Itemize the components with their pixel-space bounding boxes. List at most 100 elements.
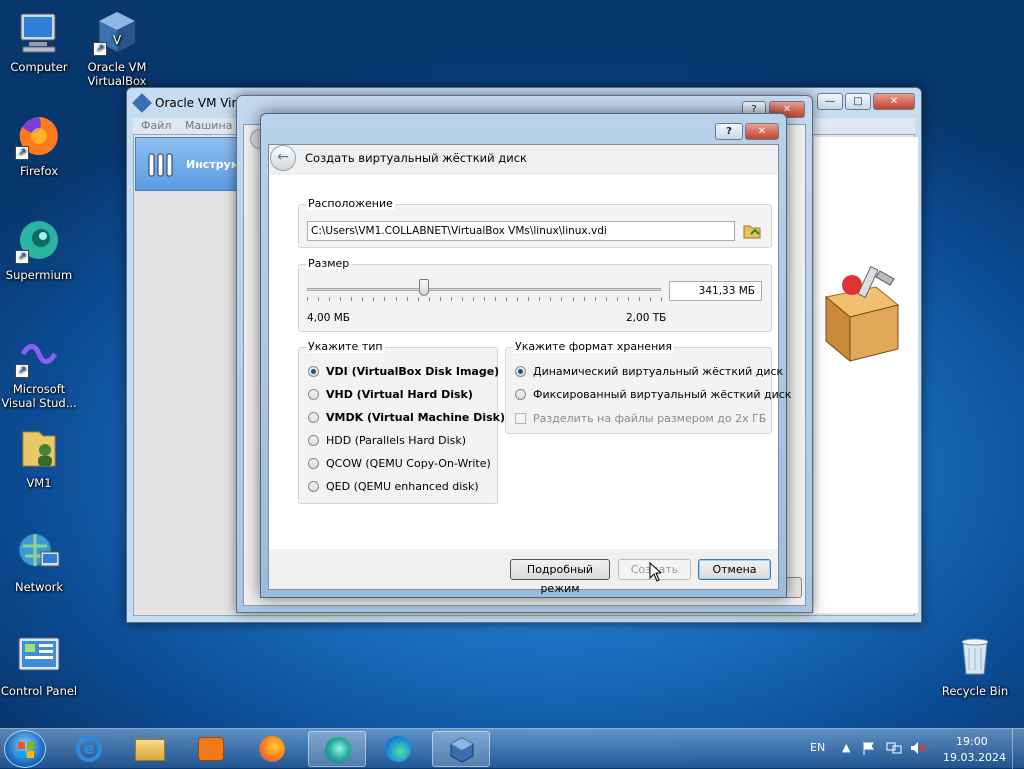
main-maximize-button[interactable]: □ [845,93,871,110]
storage-format-option[interactable]: Фиксированный виртуальный жёсткий диск [515,388,791,401]
main-minimize-button[interactable]: — [817,93,843,110]
tools-panel[interactable]: Инструм [135,137,240,191]
desktop-icon-computer[interactable]: Computer [0,8,80,74]
disk-type-option[interactable]: HDD (Parallels Hard Disk) [308,434,466,447]
start-button[interactable] [4,730,46,768]
desktop-icon-recycle-bin[interactable]: Recycle Bin [934,632,1016,698]
disk-type-option[interactable]: QCOW (QEMU Copy-On-Write) [308,457,491,470]
shortcut-arrow-icon: ↗ [93,42,107,56]
supermium-icon: ↗ [15,216,63,264]
slider-tick [329,297,331,301]
slider-tick [539,297,541,301]
slider-tick [307,297,308,301]
disk-type-label: QED (QEMU enhanced disk) [326,480,479,493]
main-close-button[interactable]: ✕ [873,93,915,110]
storage-format-option[interactable]: Динамический виртуальный жёсткий диск [515,365,783,378]
storage-format-group: Укажите формат хранения Динамический вир… [505,340,791,434]
slider-tick [384,297,386,301]
disk-type-label: QCOW (QEMU Copy-On-Write) [326,457,491,470]
show-desktop-button[interactable] [1012,729,1024,769]
tray-chevron-icon[interactable]: ▲ [842,741,850,754]
radio-button-icon [308,389,319,400]
dialog-back-button[interactable]: ← [270,145,296,171]
menu-file[interactable]: Файл [141,119,171,132]
slider-tick [506,297,508,301]
slider-tick [605,297,607,301]
network-tray-icon[interactable] [886,741,902,755]
split-files-label: Разделить на файлы размером до 2х ГБ [533,412,767,425]
radio-button-icon [515,389,526,400]
expert-mode-button[interactable]: Подробный режим [510,559,610,595]
slider-thumb[interactable] [418,279,429,296]
create-hard-disk-dialog[interactable]: ? ✕ ← Создать виртуальный жёсткий диск Р… [260,113,791,598]
main-window-title: Oracle VM Virtu [155,96,249,110]
browse-folder-icon[interactable] [743,223,761,239]
volume-muted-icon[interactable] [910,741,926,755]
virtualbox-taskbar-icon [450,737,474,763]
desktop-icon-vm1[interactable]: VM1 [0,424,80,490]
shortcut-arrow-icon: ↗ [15,250,29,264]
disk-type-option[interactable]: QED (QEMU enhanced disk) [308,480,479,493]
slider-tick [627,297,629,301]
desktop-icon-firefox[interactable]: ↗ Firefox [0,112,80,178]
disk-type-group: Укажите тип VDI (VirtualBox Disk Image) V… [298,340,505,504]
size-group-label: Размер [306,257,352,270]
network-icon [15,528,63,576]
taskbar-supermium[interactable] [308,731,366,767]
firefox-icon: ↗ [15,112,63,160]
slider-tick [594,297,596,301]
location-group: Расположение C:\Users\VM1.COLLABNET\Virt… [298,197,772,248]
split-files-checkbox[interactable]: Разделить на файлы размером до 2х ГБ [515,412,766,425]
dialog-help-button[interactable]: ? [715,123,743,140]
taskbar-explorer[interactable] [121,731,179,767]
windows-logo-icon [18,742,34,758]
taskbar-ie[interactable]: e [60,731,118,767]
recycle-bin-icon [951,632,999,680]
slider-tick [495,297,497,301]
action-center-flag-icon[interactable] [862,741,876,755]
slider-tick [517,297,519,301]
desktop-icon-control-panel[interactable]: Control Panel [0,632,80,698]
menu-machine[interactable]: Машина [185,119,232,132]
disk-type-option[interactable]: VMDK (Virtual Machine Disk) [308,411,505,424]
size-min-label: 4,00 МБ [307,312,350,324]
media-player-icon [198,737,224,761]
slider-tick [484,297,485,301]
desktop-icon-network[interactable]: Network [0,528,80,594]
disk-type-option[interactable]: VHD (Virtual Hard Disk) [308,388,473,401]
clock-date[interactable]: 19.03.2024 [943,751,1006,764]
location-path-input[interactable]: C:\Users\VM1.COLLABNET\VirtualBox VMs\li… [307,221,735,241]
language-indicator[interactable]: EN [810,741,825,754]
slider-tick [461,297,463,301]
slider-tick [616,297,618,301]
internet-explorer-icon: e [76,736,102,762]
taskbar-edge[interactable] [369,731,427,767]
slider-tick [561,297,563,301]
dialog-close-button[interactable]: ✕ [745,123,779,140]
taskbar-virtualbox[interactable] [432,731,490,767]
supermium-taskbar-icon [325,737,351,763]
toolbox-illustration-icon [816,257,902,367]
size-value-input[interactable]: 341,33 МБ [669,281,762,301]
control-panel-icon [15,632,63,680]
size-slider[interactable] [307,279,662,303]
disk-type-group-label: Укажите тип [306,340,385,353]
taskbar-firefox[interactable] [243,731,301,767]
tools-label: Инструм [186,158,240,171]
desktop-icon-virtualbox[interactable]: V ↗ Oracle VM VirtualBox [76,8,158,88]
svg-text:V: V [113,33,122,47]
taskbar-media-player[interactable] [182,731,240,767]
slider-track [307,288,661,291]
slider-tick [439,297,441,301]
details-pane [814,137,918,613]
dialog-body: ← Создать виртуальный жёсткий диск Распо… [268,144,791,595]
clock-time[interactable]: 19:00 [956,735,988,748]
slider-tick [649,297,651,301]
radio-button-icon [515,366,526,377]
cancel-button[interactable]: Отмена [698,559,771,580]
disk-type-label: HDD (Parallels Hard Disk) [326,434,467,447]
desktop-icon-supermium[interactable]: ↗ Supermium [0,216,80,282]
disk-type-option[interactable]: VDI (VirtualBox Disk Image) [308,365,499,378]
desktop-icon-visual-studio[interactable]: ↗ Microsoft Visual Stud... [0,330,80,410]
slider-tick [583,297,585,301]
